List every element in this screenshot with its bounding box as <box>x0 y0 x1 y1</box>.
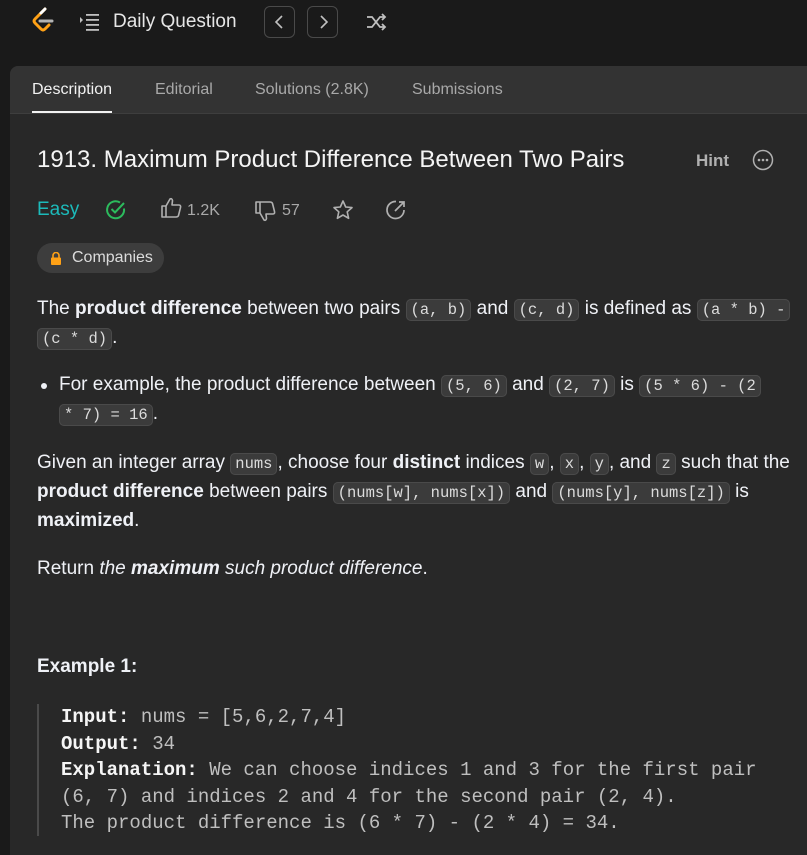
task-paragraph: Given an integer array nums, choose four… <box>37 452 790 531</box>
inline-code: nums <box>230 453 278 475</box>
active-tab-indicator <box>32 111 112 113</box>
more-options-icon[interactable] <box>752 149 774 171</box>
lock-icon <box>51 251 61 265</box>
bullet-dot <box>41 383 47 389</box>
problem-title[interactable]: 1913. Maximum Product Difference Between… <box>37 146 624 174</box>
inline-code: (nums[w], nums[x]) <box>332 482 511 504</box>
inline-code: y <box>589 453 609 475</box>
inline-code: x <box>559 453 580 475</box>
problem-list-icon[interactable] <box>79 12 99 32</box>
inline-code: (2, 7) <box>549 375 615 397</box>
return-paragraph: Return the maximum such product differen… <box>37 558 428 579</box>
input-value: nums = [5,6,2,7,4] <box>129 706 347 728</box>
inline-code: (nums[y], nums[z]) <box>552 482 730 504</box>
tab-bar: Description Editorial Solutions (2.8K) S… <box>10 66 807 114</box>
solved-check-icon <box>106 200 126 220</box>
daily-question-title[interactable]: Daily Question <box>113 11 237 33</box>
example-1-block: Input: nums = [5,6,2,7,4] Output: 34 Exp… <box>37 704 777 836</box>
thumbs-down-icon[interactable] <box>254 200 276 222</box>
tab-solutions[interactable]: Solutions (2.8K) <box>255 81 369 99</box>
inline-code: z <box>656 453 676 475</box>
prev-question-button[interactable] <box>264 6 295 38</box>
inline-code: (c * d) <box>37 328 113 350</box>
star-icon[interactable] <box>332 199 354 221</box>
explanation-label: Explanation: <box>61 759 198 781</box>
output-label: Output: <box>61 732 141 755</box>
hint-button[interactable]: Hint <box>696 151 729 171</box>
next-question-button[interactable] <box>307 6 338 38</box>
tab-description[interactable]: Description <box>32 81 112 99</box>
inline-code: (5 * 6) - (2 <box>639 375 761 397</box>
companies-tag[interactable]: Companies <box>37 243 164 273</box>
explanation-text: We can choose indices 1 and 3 for the fi… <box>197 759 757 781</box>
description-panel: Description Editorial Solutions (2.8K) S… <box>10 66 807 855</box>
inline-code: (a, b) <box>405 299 472 321</box>
inline-code: (c, d) <box>513 299 580 321</box>
thumbs-up-icon[interactable] <box>160 197 182 219</box>
top-nav-bar: Daily Question <box>0 0 807 56</box>
like-count: 1.2K <box>187 202 220 219</box>
shuffle-icon[interactable] <box>365 11 387 33</box>
chevron-right-icon <box>319 15 328 29</box>
inline-code: * 7) = 16 <box>59 404 153 426</box>
definition-paragraph: The product difference between two pairs… <box>37 295 795 353</box>
share-icon[interactable] <box>385 199 407 221</box>
chevron-left-icon <box>274 15 283 29</box>
inline-code: w <box>529 453 550 475</box>
dislike-count: 57 <box>282 202 300 219</box>
tab-submissions[interactable]: Submissions <box>412 81 503 99</box>
tab-editorial[interactable]: Editorial <box>155 81 213 99</box>
leetcode-logo-icon[interactable] <box>30 7 56 35</box>
difficulty-badge: Easy <box>37 199 80 220</box>
output-value: 34 <box>140 732 176 755</box>
inline-code: (5, 6) <box>441 375 507 397</box>
explanation-text: The product difference is (6 * 7) - (2 *… <box>61 812 620 834</box>
inline-code: (a * b) - <box>696 299 791 321</box>
example-1-title: Example 1: <box>37 656 138 677</box>
explanation-text: (6, 7) and indices 2 and 4 for the secon… <box>61 785 677 808</box>
input-label: Input: <box>61 706 130 728</box>
companies-label: Companies <box>72 249 153 266</box>
